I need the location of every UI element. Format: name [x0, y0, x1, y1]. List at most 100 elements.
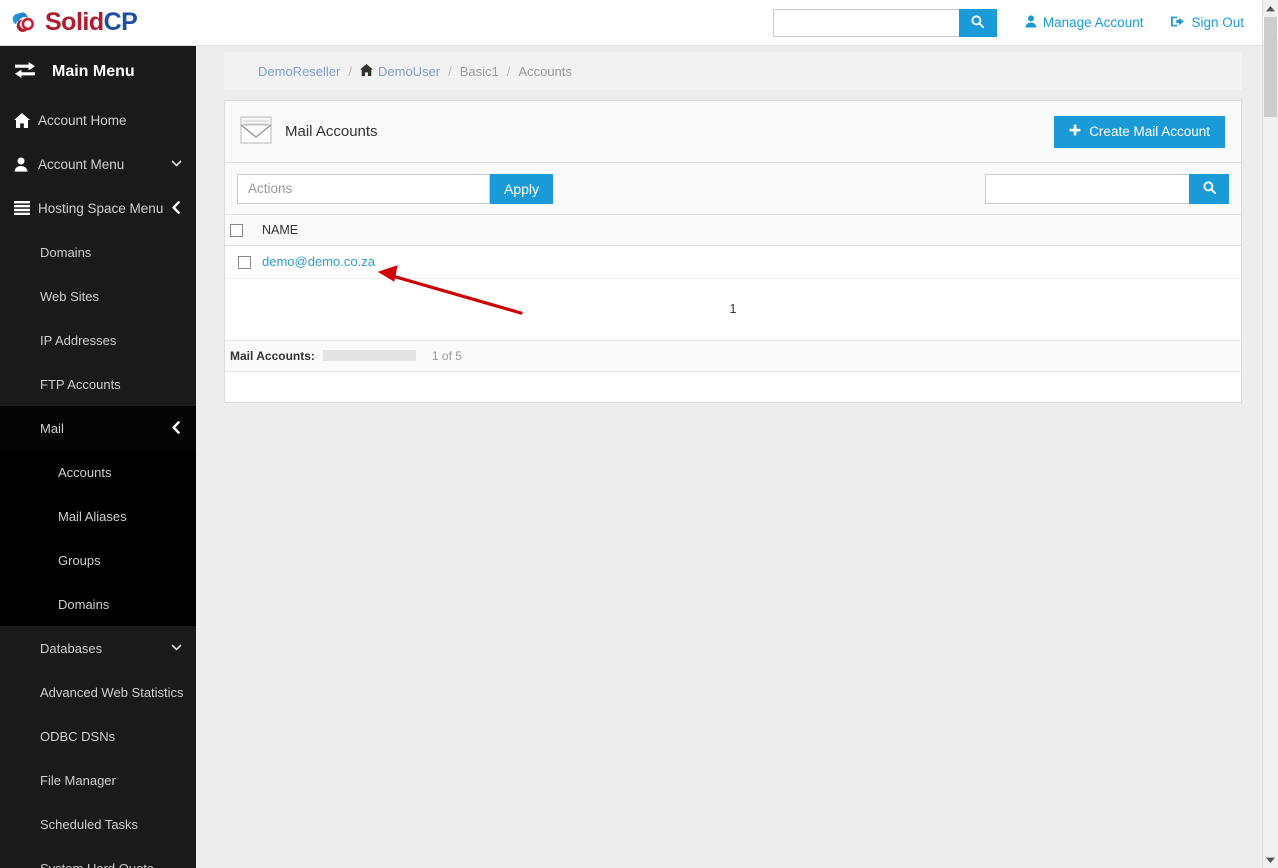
quota-label: Mail Accounts: [230, 348, 315, 363]
global-search [772, 8, 997, 37]
sidebar-item-label: Hosting Space Menu [38, 200, 164, 216]
sidebar-item-label: Web Sites [40, 288, 100, 304]
row-name-cell: demo@demo.co.za [259, 245, 1241, 279]
create-mail-account-button[interactable]: Create Mail Account [1054, 115, 1225, 148]
sidebar-item-mail-aliases[interactable]: Mail Aliases [0, 494, 196, 538]
scrollbar-down-arrow[interactable] [1263, 851, 1278, 868]
sidebar-item-label: Mail Aliases [58, 508, 127, 524]
actions-select-value: Actions [248, 181, 293, 196]
sidebar-item-file-manager[interactable]: File Manager [0, 758, 196, 802]
sidebar-item-odbc-dsns[interactable]: ODBC DSNs [0, 714, 196, 758]
sidebar-item-label: Advanced Web Statistics [40, 684, 184, 700]
breadcrumb-separator: / [348, 63, 352, 79]
table-row: demo@demo.co.za [225, 245, 1241, 279]
sidebar-item-label: Scheduled Tasks [40, 816, 139, 832]
sidebar-item-groups[interactable]: Groups [0, 538, 196, 582]
sidebar-item-label: System Hard Quota [40, 860, 155, 868]
chevron-left-icon[interactable] [172, 420, 180, 436]
sidebar-item-web-sites[interactable]: Web Sites [0, 274, 196, 318]
panel-footer [225, 371, 1241, 402]
breadcrumb-item-accounts: Accounts [518, 64, 571, 79]
sidebar-item-label: Groups [58, 552, 101, 568]
global-search-button[interactable] [958, 8, 997, 37]
pagination-current-page[interactable]: 1 [730, 302, 737, 316]
sidebar: Main Menu Account Home Account Menu Hostin… [0, 46, 196, 868]
sidebar-item-label: FTP Accounts [40, 376, 121, 392]
breadcrumb-label: DemoUser [378, 63, 441, 79]
chevron-down-icon[interactable] [171, 159, 182, 170]
list-icon [14, 201, 36, 215]
breadcrumb-label: Basic1 [459, 63, 499, 79]
scrollbar-thumb[interactable] [1264, 17, 1277, 117]
main-content: DemoReseller / DemoUser / Basic1 / Accounts [196, 46, 1262, 868]
quota-progress-track [322, 350, 416, 361]
sidebar-item-accounts[interactable]: Accounts [0, 450, 196, 494]
breadcrumb-label: DemoReseller [258, 63, 341, 79]
mail-accounts-panel: Mail Accounts Create Mail Account Action… [224, 100, 1242, 403]
mail-accounts-table: NAME demo@demo.co.za [225, 215, 1241, 279]
sidebar-item-label: Domains [58, 596, 110, 612]
envelope-icon [239, 115, 273, 149]
panel-title-group: Mail Accounts [239, 115, 378, 149]
brand-logo[interactable]: SolidCP [10, 8, 138, 38]
manage-account-label: Manage Account [1042, 15, 1144, 30]
pagination: 1 [225, 279, 1241, 341]
column-header-name: NAME [259, 215, 1241, 246]
sidebar-item-label: IP Addresses [40, 332, 117, 348]
actions-group: Actions Apply [237, 173, 554, 204]
top-bar-right: Manage Account Sign Out [772, 8, 1244, 37]
sign-out-link[interactable]: Sign Out [1171, 15, 1244, 31]
breadcrumb-item-demoreseller[interactable]: DemoReseller [258, 64, 340, 79]
global-search-input[interactable] [772, 8, 959, 37]
sidebar-item-account-home[interactable]: Account Home [0, 98, 196, 142]
sidebar-item-ip-addresses[interactable]: IP Addresses [0, 318, 196, 362]
actions-select[interactable]: Actions [237, 173, 490, 204]
sidebar-item-label: ODBC DSNs [40, 728, 116, 744]
sidebar-item-domains[interactable]: Domains [0, 230, 196, 274]
breadcrumb-separator: / [506, 63, 511, 79]
brand-name-solid: Solid [45, 8, 104, 36]
scrollbar-up-arrow[interactable] [1263, 0, 1278, 17]
cloud-swirl-logo-icon [10, 8, 40, 38]
sidebar-item-scheduled-tasks[interactable]: Scheduled Tasks [0, 802, 196, 846]
sidebar-item-mail[interactable]: Mail [0, 406, 196, 450]
table-header-row: NAME [225, 215, 1241, 246]
sign-out-label: Sign Out [1191, 15, 1244, 30]
select-all-cell [225, 215, 259, 246]
breadcrumb-item-demouser[interactable]: DemoUser [360, 63, 441, 79]
mail-account-link[interactable]: demo@demo.co.za [262, 254, 375, 269]
breadcrumb: DemoReseller / DemoUser / Basic1 / Accounts [224, 52, 1242, 90]
sidebar-item-databases[interactable]: Databases [0, 626, 196, 670]
grid-search-input[interactable] [985, 173, 1189, 204]
quota-text: 1 of 5 [431, 348, 462, 363]
search-icon [970, 14, 985, 32]
chevron-down-icon[interactable] [171, 643, 182, 654]
manage-account-link[interactable]: Manage Account [1025, 14, 1144, 31]
select-all-checkbox[interactable] [230, 223, 243, 237]
sidebar-item-ftp-accounts[interactable]: FTP Accounts [0, 362, 196, 406]
page-scrollbar[interactable] [1262, 0, 1278, 868]
sidebar-item-label: Account Menu [38, 156, 125, 172]
exchange-arrows-icon [14, 61, 36, 84]
sidebar-item-account-menu[interactable]: Account Menu [0, 142, 196, 186]
table-body: demo@demo.co.za [225, 245, 1241, 279]
sidebar-item-advanced-web-statistics[interactable]: Advanced Web Statistics [0, 670, 196, 714]
grid-search [985, 173, 1229, 204]
sidebar-item-hosting-space-menu[interactable]: Hosting Space Menu [0, 186, 196, 230]
sidebar-header[interactable]: Main Menu [0, 46, 196, 98]
grid-search-button[interactable] [1189, 173, 1229, 204]
brand-name-cp: CP [103, 8, 138, 36]
page-root: SolidCP Manage Account Sign Out Main Men… [0, 0, 1278, 868]
grid-toolbar: Actions Apply [225, 163, 1241, 215]
sidebar-item-label: Accounts [58, 464, 112, 480]
breadcrumb-item-basic1: Basic1 [460, 64, 499, 79]
row-select-cell [225, 245, 259, 279]
row-checkbox[interactable] [238, 256, 251, 270]
home-icon [360, 63, 373, 79]
page-title: Mail Accounts [285, 123, 378, 140]
breadcrumb-label: Accounts [518, 63, 572, 79]
apply-button[interactable]: Apply [490, 173, 554, 204]
chevron-left-icon[interactable] [172, 200, 180, 216]
sidebar-item-system-hard-quota[interactable]: System Hard Quota [0, 846, 196, 868]
sidebar-item-domains[interactable]: Domains [0, 582, 196, 626]
